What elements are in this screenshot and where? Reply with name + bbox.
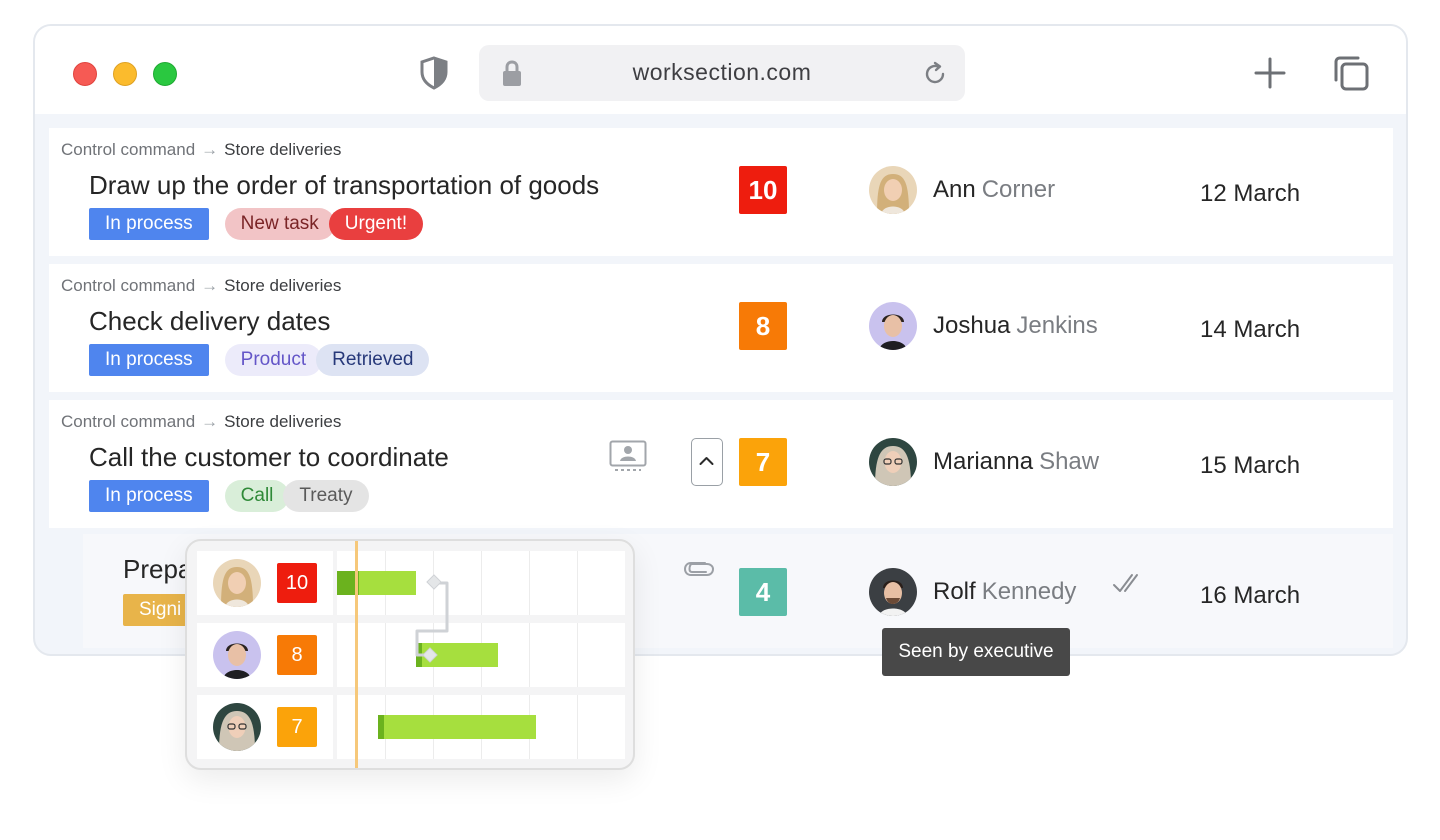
breadcrumb-project[interactable]: Store deliveries [224,412,341,431]
assignee-first-name: Ann [933,176,976,203]
task-tags: In process Call Treaty [89,480,369,512]
browser-toolbar: worksection.com [35,26,1406,114]
task-row[interactable]: Control command → Store deliveries Check d… [49,264,1393,392]
minimize-window-button[interactable] [113,62,137,86]
arrow-right-icon: → [201,276,219,295]
breadcrumb: Control command → Store deliveries [61,276,341,296]
due-date[interactable]: 12 March [1200,180,1300,208]
task-title[interactable]: Check delivery dates [89,306,330,337]
priority-badge: 8 [739,302,787,350]
status-tag[interactable]: In process [89,480,209,512]
url-text: worksection.com [632,59,812,85]
shield-icon[interactable] [419,56,449,90]
assignee-last-name: Jenkins [1016,312,1098,339]
task-title[interactable]: Draw up the order of transportation of g… [89,170,599,201]
seen-checkmarks-icon[interactable] [1111,570,1145,598]
priority-badge: 4 [739,568,787,616]
breadcrumb-project[interactable]: Store deliveries [224,276,341,295]
breadcrumb-group[interactable]: Control command [61,412,195,431]
due-date[interactable]: 14 March [1200,316,1300,344]
tag-new-task[interactable]: New task [224,208,335,240]
tag-call[interactable]: Call [224,480,290,512]
tag-product[interactable]: Product [224,344,323,376]
assignee-name[interactable]: Marianna Shaw [933,448,1099,476]
assignee-first-name: Joshua [933,312,1011,339]
gantt-popup: 10 8 7 [185,539,635,770]
avatar[interactable] [869,302,917,350]
avatar[interactable] [869,438,917,486]
new-tab-icon[interactable] [1253,56,1287,90]
dependency-connector [415,574,449,663]
assignee-last-name: Shaw [1039,448,1100,475]
address-bar[interactable]: worksection.com [479,45,965,101]
tag-urgent[interactable]: Urgent! [328,208,424,240]
due-date[interactable]: 16 March [1200,582,1300,610]
status-tag[interactable]: In process [89,344,209,376]
breadcrumb-group[interactable]: Control command [61,140,195,159]
reload-icon[interactable] [921,60,949,88]
status-tag[interactable]: In process [89,208,209,240]
assignee-last-name: Kennedy [981,578,1077,605]
close-window-button[interactable] [73,62,97,86]
arrow-right-icon: → [201,412,219,431]
avatar[interactable] [869,166,917,214]
assignee-name[interactable]: Joshua Jenkins [933,312,1098,340]
task-row[interactable]: Control command → Store deliveries Call th… [49,400,1393,528]
assignee-name[interactable]: Ann Corner [933,176,1055,204]
assignee-last-name: Corner [981,176,1056,203]
priority-badge: 7 [739,438,787,486]
assignee-first-name: Rolf [933,578,976,605]
task-tags: In process New task Urgent! [89,208,424,240]
paperclip-icon[interactable] [681,556,717,582]
collapse-subtasks-button[interactable] [691,438,723,486]
maximize-window-button[interactable] [153,62,177,86]
task-title[interactable]: Prepa [123,554,192,585]
arrow-right-icon: → [201,140,219,159]
assignee-name[interactable]: Rolf Kennedy [933,578,1076,606]
tag-retrieved[interactable]: Retrieved [316,344,430,376]
avatar[interactable] [869,568,917,616]
chevron-up-icon [699,457,714,465]
seen-tooltip: Seen by executive [882,628,1070,676]
breadcrumb-group[interactable]: Control command [61,276,195,295]
tabs-overview-icon[interactable] [1332,54,1370,92]
priority-badge: 10 [739,166,787,214]
breadcrumb-project[interactable]: Store deliveries [224,140,341,159]
breadcrumb: Control command → Store deliveries [61,140,341,160]
today-marker [355,541,358,768]
assignee-first-name: Marianna [933,448,1034,475]
task-row[interactable]: Control command → Store deliveries Draw up… [49,128,1393,256]
tag-treaty[interactable]: Treaty [283,480,369,512]
breadcrumb: Control command → Store deliveries [61,412,341,432]
task-title[interactable]: Call the customer to coordinate [89,442,449,473]
contact-card-icon[interactable] [609,440,647,472]
task-tags: In process Product Retrieved [89,344,430,376]
due-date[interactable]: 15 March [1200,452,1300,480]
